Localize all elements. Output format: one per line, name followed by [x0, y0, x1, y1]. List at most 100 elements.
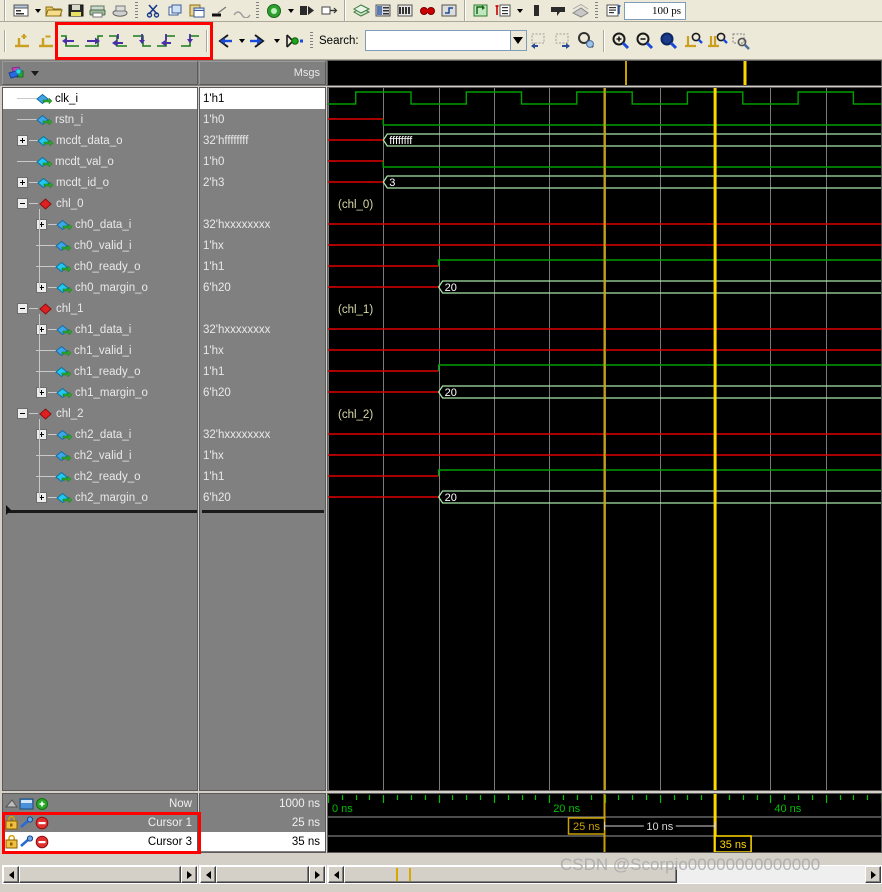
signal-row-ch0_ready_o[interactable]: ch0_ready_o	[3, 256, 197, 277]
cut-icon[interactable]	[142, 1, 164, 21]
search-dropdown-arrow-icon[interactable]	[509, 30, 527, 51]
signal-row-ch2_ready_o[interactable]: ch2_ready_o	[3, 466, 197, 487]
search-next-button[interactable]	[551, 29, 575, 53]
expand-button[interactable]	[36, 429, 47, 440]
chevron-down-icon[interactable]	[236, 29, 247, 53]
signal-row-mcdt_id_o[interactable]: mcdt_id_o	[3, 172, 197, 193]
signal-row-ch0_valid_i[interactable]: ch0_valid_i	[3, 235, 197, 256]
names-hscrollbar[interactable]	[2, 865, 198, 884]
copy-icon[interactable]	[164, 1, 186, 21]
annotate-icon[interactable]	[547, 1, 569, 21]
signal-row-mcdt_data_o[interactable]: mcdt_data_o	[3, 130, 197, 151]
cursor-delete-icon[interactable]	[525, 1, 547, 21]
signal-row-ch1_data_i[interactable]: ch1_data_i	[3, 319, 197, 340]
run-icon[interactable]	[263, 1, 285, 21]
collapse-button[interactable]	[17, 408, 28, 419]
collapse-button[interactable]	[17, 303, 28, 314]
run-continue-icon[interactable]	[296, 1, 318, 21]
wave-scroll-left-button[interactable]	[328, 866, 344, 883]
waveform-pane[interactable]: ffffffff 3 20 20 20 (chl_0) (chl_1) (chl_2)	[327, 87, 882, 791]
signal-names-pane[interactable]: clk_i rstn_i mcdt_data_o mcdt_val_o mcdt_id_…	[2, 87, 198, 791]
find-next-button[interactable]	[247, 29, 271, 53]
cursor-timeline-pane[interactable]: 0 ns 20 ns 40 ns 25 ns 35 ns 10 ns	[327, 793, 882, 853]
collapse-button[interactable]	[17, 198, 28, 209]
signal-row-clk_i[interactable]: clk_i	[3, 88, 197, 109]
values-hscrollbar[interactable]	[199, 865, 326, 884]
wave-regroup-icon[interactable]	[438, 1, 460, 21]
signal-row-ch1_valid_i[interactable]: ch1_valid_i	[3, 340, 197, 361]
zoom-in-on-active-cursor-button[interactable]	[681, 29, 705, 53]
find-next-transition-button[interactable]	[82, 29, 106, 53]
now-row-icons[interactable]	[5, 794, 51, 813]
zoom-full-button[interactable]	[657, 29, 681, 53]
chevron-down-icon[interactable]	[31, 70, 39, 76]
zoom-out-button[interactable]	[633, 29, 657, 53]
names-scroll-track[interactable]	[19, 866, 181, 883]
break-icon[interactable]	[394, 1, 416, 21]
signal-row-chl_0[interactable]: chl_0	[3, 193, 197, 214]
save-icon[interactable]	[65, 1, 87, 21]
signal-row-ch2_margin_o[interactable]: ch2_margin_o	[3, 487, 197, 508]
chevron-down-icon[interactable]	[32, 0, 43, 21]
simulate-icon[interactable]	[372, 1, 394, 21]
zoom-in-button[interactable]	[609, 29, 633, 53]
find-previous-rising-edge-button[interactable]	[154, 29, 178, 53]
signal-row-ch2_valid_i[interactable]: ch2_valid_i	[3, 445, 197, 466]
search-previous-button[interactable]	[527, 29, 551, 53]
signal-row-mcdt_val_o[interactable]: mcdt_val_o	[3, 151, 197, 172]
text-block-icon[interactable]	[602, 1, 624, 21]
expand-button[interactable]	[36, 324, 47, 335]
cursor-values-pane[interactable]: 1000 ns 25 ns 35 ns	[199, 793, 326, 853]
names-scroll-left-button[interactable]	[3, 866, 19, 883]
expand-button[interactable]	[36, 492, 47, 503]
chevron-down-icon[interactable]	[271, 29, 282, 53]
text-format-icon[interactable]	[492, 1, 514, 21]
signal-name-column-header[interactable]	[2, 61, 198, 85]
values-scroll-thumb[interactable]	[216, 866, 309, 883]
signal-row-rstn_i[interactable]: rstn_i	[3, 109, 197, 130]
signal-row-ch0_margin_o[interactable]: ch0_margin_o	[3, 277, 197, 298]
wave-scroll-thumb[interactable]	[344, 866, 678, 883]
new-window-icon[interactable]	[10, 1, 32, 21]
find-next-rising-edge-button[interactable]	[178, 29, 202, 53]
insert-divider-icon[interactable]	[470, 1, 492, 21]
expand-button[interactable]	[17, 177, 28, 188]
zoom-level-field[interactable]: 100 ps	[624, 1, 686, 20]
zoom-between-cursors-button[interactable]	[705, 29, 729, 53]
expand-bus-button[interactable]	[282, 29, 306, 53]
signal-values-pane[interactable]: 1'h1 1'h0 32'hffffffff 1'h0 2'h3 32'hxxxxxxxx…	[199, 87, 326, 791]
expand-button[interactable]	[36, 387, 47, 398]
restart-icon[interactable]	[416, 1, 438, 21]
names-scroll-thumb[interactable]	[19, 866, 181, 883]
signal-row-chl_1[interactable]: chl_1	[3, 298, 197, 319]
names-scroll-right-button[interactable]	[181, 866, 197, 883]
print-icon[interactable]	[87, 1, 109, 21]
signal-row-ch1_margin_o[interactable]: ch1_margin_o	[3, 382, 197, 403]
compile-icon[interactable]	[350, 1, 372, 21]
find-previous-transition-button[interactable]	[58, 29, 82, 53]
insert-cursor-button[interactable]	[10, 29, 34, 53]
delete-cursor-button[interactable]	[34, 29, 58, 53]
wave-compare-icon[interactable]	[569, 1, 591, 21]
chevron-down-icon[interactable]	[285, 0, 296, 21]
cursor-row-icons-3[interactable]	[5, 832, 51, 851]
find-previous-falling-edge-button[interactable]	[106, 29, 130, 53]
wave-scroll-track[interactable]	[344, 866, 865, 883]
expand-button[interactable]	[36, 219, 47, 230]
chevron-down-icon[interactable]	[514, 0, 525, 21]
cursor-names-pane[interactable]: Now Cursor 1 Cursor 3	[2, 793, 198, 853]
wave-scroll-right-button[interactable]	[865, 866, 881, 883]
undo-icon[interactable]	[208, 1, 230, 21]
signal-row-chl_2[interactable]: chl_2	[3, 403, 197, 424]
signal-row-ch2_data_i[interactable]: ch2_data_i	[3, 424, 197, 445]
search-input[interactable]	[364, 30, 510, 51]
search-combobox[interactable]	[364, 30, 527, 51]
search-options-button[interactable]	[575, 29, 599, 53]
wave-hscrollbar[interactable]	[327, 865, 882, 884]
value-column-header[interactable]: Msgs	[199, 61, 326, 85]
step-icon[interactable]	[318, 1, 340, 21]
signal-row-ch0_data_i[interactable]: ch0_data_i	[3, 214, 197, 235]
redo-icon[interactable]	[230, 1, 252, 21]
reload-icon[interactable]	[109, 1, 131, 21]
values-scroll-left-button[interactable]	[200, 866, 216, 883]
